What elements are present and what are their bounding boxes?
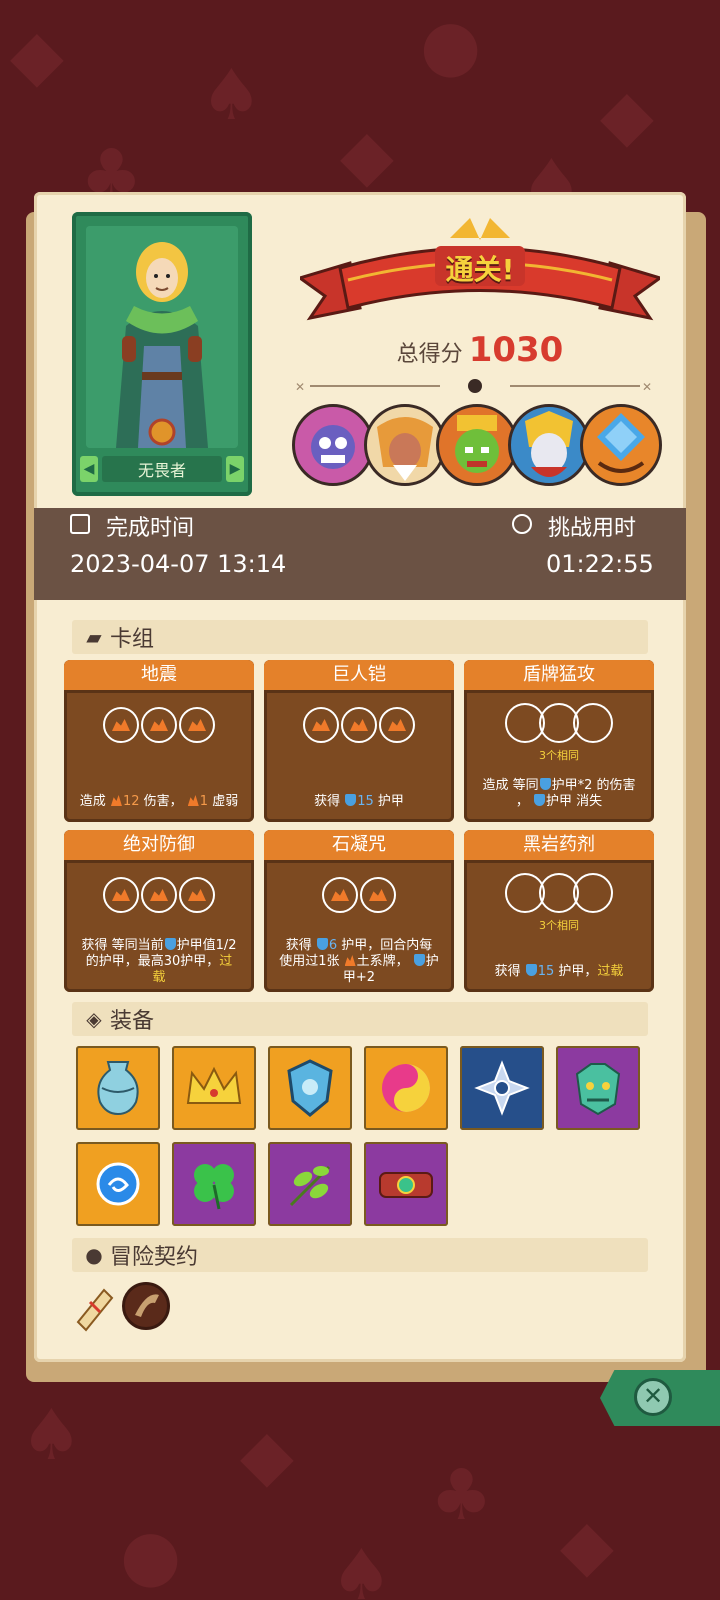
stopwatch-icon (512, 514, 532, 534)
card-description: 造成 等同 护甲*2 的伤害， 护甲 消失 (482, 778, 636, 809)
victory-ribbon: 通关! (296, 218, 664, 328)
card-title: 黑岩药剂 (464, 830, 654, 863)
boss-icon (580, 404, 662, 486)
contracts-section-header: ● 冒险契约 (72, 1238, 648, 1272)
svg-text:✕: ✕ (642, 380, 652, 394)
empty-cost-slot (573, 873, 613, 913)
boss-icon (364, 404, 446, 486)
card-cost (464, 703, 654, 743)
equipment-section-title: 装备 (110, 1009, 155, 1034)
card-description: 获得 15 护甲，过载 (494, 964, 624, 979)
score-value: 1030 (468, 330, 564, 370)
cube-icon: ◈ (86, 1007, 102, 1031)
armor-icon (525, 964, 537, 976)
shield-gem-icon[interactable] (268, 1046, 352, 1130)
earth-cost-icon (141, 877, 177, 913)
earth-icon (344, 955, 356, 966)
card-earthquake[interactable]: 地震 造成 12 伤害， 1 虚弱 (64, 660, 254, 822)
hero-next-icon[interactable]: ▶ (226, 456, 244, 482)
crown-icon[interactable] (172, 1046, 256, 1130)
card-description: 获得 15 护甲 (314, 794, 404, 809)
boss-icon (292, 404, 374, 486)
vase-icon[interactable] (76, 1046, 160, 1130)
cards-icon: ▰ (86, 625, 102, 649)
person-icon: ● (85, 1243, 103, 1267)
earth-cost-icon (103, 877, 139, 913)
boss-icon (436, 404, 518, 486)
armor-icon (345, 794, 357, 806)
time-bar: 完成时间 2023-04-07 13:14 挑战用时 01:22:55 (34, 508, 686, 600)
boss-portraits (292, 404, 662, 488)
armor-icon (316, 938, 328, 950)
weak-icon (187, 795, 199, 806)
four-leaf-clover-icon[interactable] (172, 1142, 256, 1226)
same-cost-note: 3个相同 (539, 749, 579, 762)
earth-cost-icon (379, 707, 415, 743)
card-cost (264, 707, 454, 743)
card-shield-bash[interactable]: 盾牌猛攻 3个相同 造成 等同 护甲*2 的伤害， 护甲 消失 (464, 660, 654, 822)
card-title: 地震 (64, 660, 254, 693)
hero-card: ◀ 无畏者 ▶ (72, 212, 252, 496)
complete-time-value: 2023-04-07 13:14 (70, 550, 287, 578)
earth-cost-icon (179, 877, 215, 913)
card-giant-armor[interactable]: 巨人铠 获得 15 护甲 (264, 660, 454, 822)
card-title: 巨人铠 (264, 660, 454, 693)
card-description: 获得 等同当前 护甲值1/2 的护甲，最高30护甲，过载 (81, 938, 237, 985)
earth-cost-icon (103, 707, 139, 743)
boss-divider: ✕ ✕ (290, 378, 660, 394)
card-absolute-defense[interactable]: 绝对防御 获得 等同当前 护甲值1/2 的护甲，最高30护甲，过载 (64, 830, 254, 992)
earth-icon (110, 795, 122, 806)
close-icon[interactable]: ✕ (634, 1378, 672, 1416)
score-label: 总得分 (396, 342, 463, 367)
hero-portrait (86, 226, 238, 448)
card-title: 绝对防御 (64, 830, 254, 863)
score-row: 总得分 1030 (300, 330, 660, 370)
earth-cost-icon (179, 707, 215, 743)
leaf-sprig-icon[interactable] (268, 1142, 352, 1226)
earth-cost-icon (303, 707, 339, 743)
equipment-section-header: ◈ 装备 (72, 1002, 648, 1036)
contracts-section-title: 冒险契约 (110, 1245, 199, 1270)
earth-cost-icon (360, 877, 396, 913)
hero-selector: ◀ 无畏者 ▶ (80, 454, 244, 484)
victory-title: 通关! (445, 253, 515, 286)
card-black-rock-potion[interactable]: 黑岩药剂 3个相同 获得 15 护甲，过载 (464, 830, 654, 992)
earth-cost-icon (322, 877, 358, 913)
svg-text:✕: ✕ (295, 380, 305, 394)
armor-icon (164, 938, 176, 950)
card-description: 获得 6 护甲，回合内每 使用过1张 土系牌， 护甲+2 (279, 938, 439, 985)
card-cost (464, 873, 654, 913)
card-description: 造成 12 伤害， 1 虚弱 (79, 794, 239, 809)
card-stone-curse[interactable]: 石凝咒 获得 6 护甲，回合内每 使用过1张 土系牌， 护甲+2 (264, 830, 454, 992)
card-cost (264, 877, 454, 913)
card-cost (64, 707, 254, 743)
belt-icon[interactable] (364, 1142, 448, 1226)
challenge-time-label: 挑战用时 (548, 516, 637, 541)
boss-icon (508, 404, 590, 486)
calendar-icon (70, 514, 90, 534)
hero-name: 无畏者 (102, 456, 222, 482)
complete-time-label: 完成时间 (106, 516, 195, 541)
hero-prev-icon[interactable]: ◀ (80, 456, 98, 482)
armor-icon (413, 954, 425, 966)
empty-cost-slot (573, 703, 613, 743)
water-orb-icon[interactable] (76, 1142, 160, 1226)
earth-cost-icon (141, 707, 177, 743)
same-cost-note: 3个相同 (539, 919, 579, 932)
demon-mask-icon[interactable] (556, 1046, 640, 1130)
card-cost (64, 877, 254, 913)
card-title: 盾牌猛攻 (464, 660, 654, 693)
deck-section-header: ▰ 卡组 (72, 620, 648, 654)
earth-cost-icon (341, 707, 377, 743)
horn-icon[interactable] (122, 1282, 170, 1330)
card-title: 石凝咒 (264, 830, 454, 863)
armor-icon (534, 794, 545, 806)
scroll-icon[interactable] (70, 1282, 116, 1332)
swirl-orb-icon[interactable] (364, 1046, 448, 1130)
compass-star-icon[interactable] (460, 1046, 544, 1130)
armor-icon (539, 778, 551, 790)
deck-section-title: 卡组 (110, 627, 155, 652)
challenge-time-value: 01:22:55 (546, 550, 654, 578)
